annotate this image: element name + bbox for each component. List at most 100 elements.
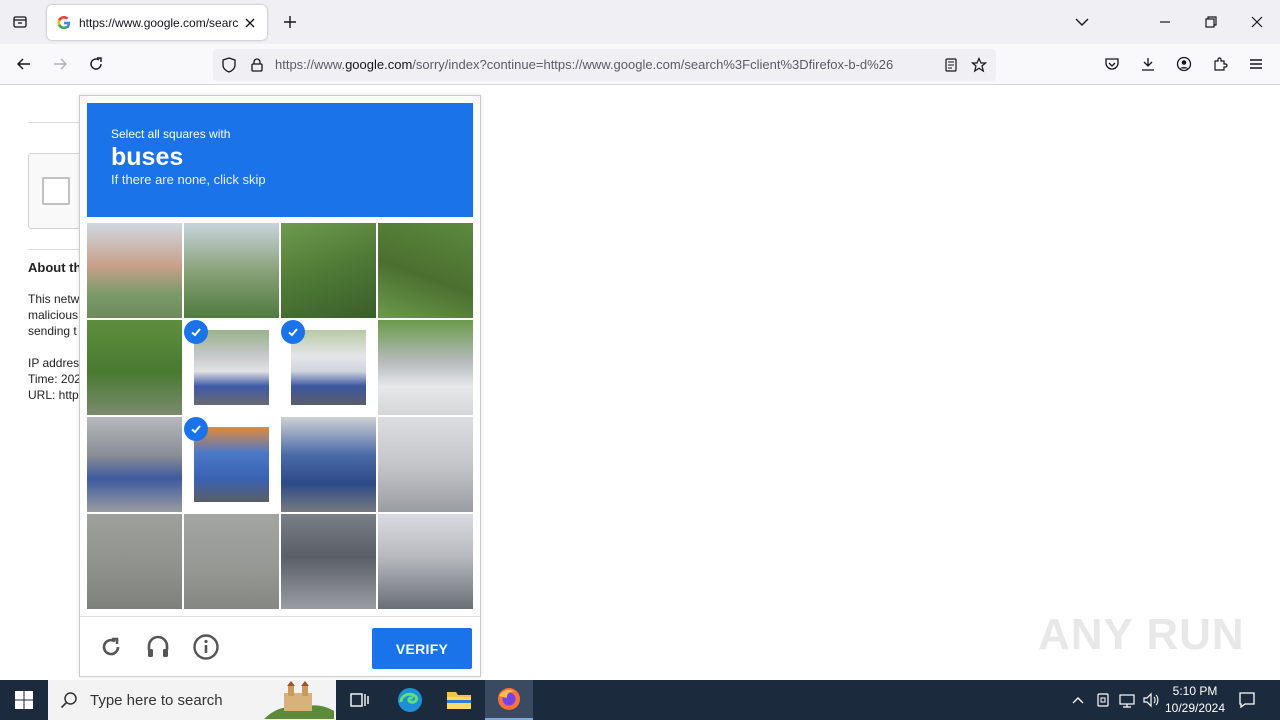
captcha-tile-selected[interactable] bbox=[281, 320, 376, 415]
captcha-footer: VERIFY bbox=[80, 616, 480, 676]
edge-browser-icon[interactable] bbox=[386, 680, 434, 720]
new-tab-icon[interactable] bbox=[276, 8, 304, 36]
captcha-tile[interactable] bbox=[281, 223, 376, 318]
captcha-tile[interactable] bbox=[281, 417, 376, 512]
close-tab-icon[interactable] bbox=[245, 18, 255, 28]
captcha-tile-image bbox=[194, 330, 269, 405]
volume-icon[interactable] bbox=[1142, 692, 1160, 708]
captcha-target: buses bbox=[111, 143, 184, 171]
reader-view-icon[interactable] bbox=[937, 51, 965, 79]
info-line: This network bbox=[28, 292, 80, 306]
tray-chevron-up-icon[interactable] bbox=[1071, 694, 1085, 706]
clock-date: 10/29/2024 bbox=[1164, 701, 1226, 715]
captcha-tile[interactable] bbox=[184, 514, 279, 609]
captcha-tile[interactable] bbox=[378, 417, 473, 512]
tab-overview-icon[interactable] bbox=[6, 8, 34, 36]
forward-arrow-icon[interactable] bbox=[46, 50, 74, 78]
captcha-tile[interactable] bbox=[378, 320, 473, 415]
captcha-tile[interactable] bbox=[184, 223, 279, 318]
captcha-tile-selected[interactable] bbox=[184, 417, 279, 512]
pocket-icon[interactable] bbox=[1098, 50, 1126, 78]
captcha-tile[interactable] bbox=[281, 514, 376, 609]
captcha-tile[interactable] bbox=[378, 223, 473, 318]
minimize-icon[interactable] bbox=[1151, 8, 1179, 36]
restore-icon[interactable] bbox=[1197, 8, 1225, 36]
captcha-tile-selected[interactable] bbox=[184, 320, 279, 415]
checkmark-icon bbox=[281, 320, 305, 344]
lock-icon[interactable] bbox=[243, 51, 271, 79]
verify-button[interactable]: VERIFY bbox=[372, 628, 472, 669]
checkmark-icon bbox=[184, 417, 208, 441]
downloads-icon[interactable] bbox=[1134, 50, 1162, 78]
not-robot-checkbox[interactable] bbox=[42, 177, 70, 205]
close-window-icon[interactable] bbox=[1243, 8, 1271, 36]
checkmark-icon bbox=[184, 320, 208, 344]
url-bar[interactable]: https://www.google.com/sorry/index?conti… bbox=[213, 49, 996, 81]
google-favicon-icon bbox=[57, 15, 71, 29]
captcha-tile-image bbox=[378, 223, 473, 318]
tab-bar: https://www.google.com/search bbox=[0, 0, 1280, 44]
tracking-shield-icon[interactable] bbox=[215, 51, 243, 79]
captcha-tile-image bbox=[378, 320, 473, 415]
captcha-tile[interactable] bbox=[87, 417, 182, 512]
back-arrow-icon[interactable] bbox=[10, 50, 38, 78]
url-prefix: https://www. bbox=[275, 57, 346, 72]
captcha-tile-image bbox=[281, 223, 376, 318]
search-placeholder: Type here to search bbox=[90, 691, 223, 709]
account-icon[interactable] bbox=[1170, 50, 1198, 78]
captcha-challenge: Select all squares with buses If there a… bbox=[79, 95, 481, 677]
windows-start-icon[interactable] bbox=[0, 680, 48, 720]
task-view-icon[interactable] bbox=[336, 680, 384, 720]
anyrun-watermark: ANY RUN bbox=[1038, 610, 1245, 659]
time-label: Time: 202 bbox=[28, 372, 80, 386]
notifications-icon[interactable] bbox=[1238, 691, 1256, 709]
captcha-tile-image bbox=[194, 427, 269, 502]
captcha-tile-image bbox=[378, 417, 473, 512]
firefox-taskbar-icon[interactable] bbox=[485, 680, 533, 720]
captcha-tile[interactable] bbox=[87, 223, 182, 318]
navigation-bar: https://www.google.com/sorry/index?conti… bbox=[0, 44, 1280, 85]
taskbar: Type here to search 5:10 PM 10/29/2024 bbox=[0, 680, 1280, 720]
info-icon[interactable] bbox=[192, 633, 220, 661]
captcha-image-grid bbox=[87, 223, 473, 609]
captcha-tile-image bbox=[281, 514, 376, 609]
captcha-tile[interactable] bbox=[87, 320, 182, 415]
tab-title: https://www.google.com/search bbox=[79, 15, 239, 30]
url-path: /sorry/index?continue=https://www.google… bbox=[412, 57, 894, 72]
captcha-instruction: Select all squares with bbox=[111, 127, 231, 141]
url-label: URL: http bbox=[28, 388, 79, 402]
clock-time: 5:10 PM bbox=[1172, 684, 1218, 698]
url-text: https://www.google.com/sorry/index?conti… bbox=[275, 57, 940, 72]
about-heading: About this page bbox=[28, 260, 80, 275]
browser-tab[interactable]: https://www.google.com/search bbox=[47, 5, 267, 40]
tray-device-icon[interactable] bbox=[1095, 692, 1111, 708]
search-icon bbox=[60, 692, 77, 709]
reload-challenge-icon[interactable] bbox=[97, 633, 125, 661]
bookmark-star-icon[interactable] bbox=[965, 51, 993, 79]
captcha-header: Select all squares with buses If there a… bbox=[87, 103, 473, 217]
url-domain: google.com bbox=[345, 57, 413, 72]
taskbar-search-box[interactable]: Type here to search bbox=[48, 680, 336, 720]
captcha-tile[interactable] bbox=[378, 514, 473, 609]
search-highlight-castle-icon bbox=[264, 681, 334, 719]
file-explorer-icon[interactable] bbox=[435, 680, 483, 720]
captcha-tile-image bbox=[184, 223, 279, 318]
captcha-tile-image bbox=[378, 514, 473, 609]
recaptcha-anchor-box bbox=[28, 153, 84, 229]
list-tabs-chevron-icon[interactable] bbox=[1068, 8, 1096, 36]
captcha-tile-image bbox=[87, 417, 182, 512]
system-clock[interactable]: 5:10 PM 10/29/2024 bbox=[1160, 683, 1230, 717]
reload-icon[interactable] bbox=[82, 50, 110, 78]
captcha-hint: If there are none, click skip bbox=[111, 172, 266, 187]
captcha-tile-image bbox=[184, 514, 279, 609]
captcha-tile[interactable] bbox=[87, 514, 182, 609]
info-line: sending t bbox=[28, 324, 77, 338]
captcha-tile-image bbox=[87, 514, 182, 609]
extensions-icon[interactable] bbox=[1206, 50, 1234, 78]
captcha-tile-image bbox=[87, 320, 182, 415]
captcha-tile-image bbox=[291, 330, 366, 405]
ip-address-label: IP address bbox=[28, 356, 80, 370]
menu-hamburger-icon[interactable] bbox=[1242, 50, 1270, 78]
audio-challenge-headphones-icon[interactable] bbox=[144, 633, 172, 661]
network-icon[interactable] bbox=[1118, 692, 1136, 708]
